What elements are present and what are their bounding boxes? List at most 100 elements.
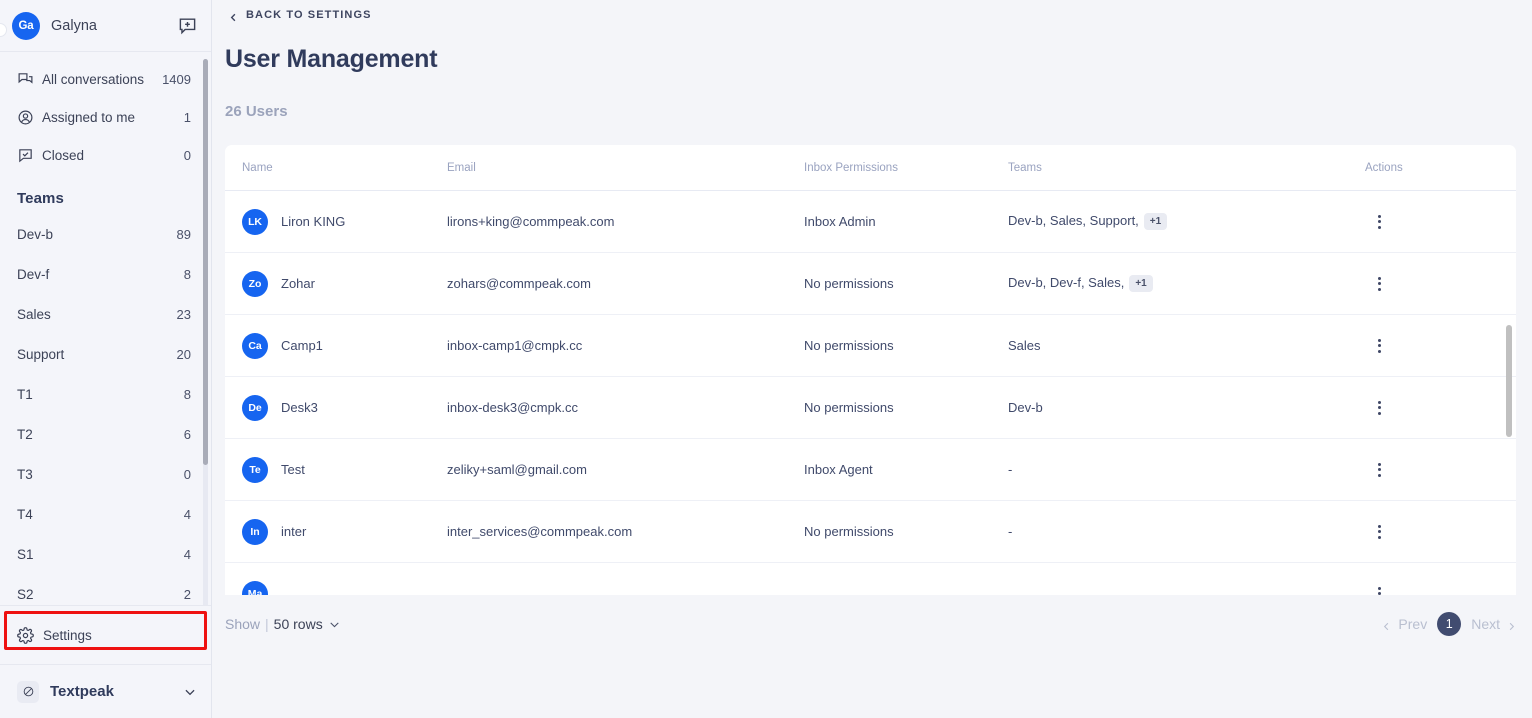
team-count: 23: [176, 306, 191, 322]
row-actions-menu-icon[interactable]: [1369, 274, 1389, 294]
table-row[interactable]: De Desk3 inbox-desk3@cmpk.cc No permissi…: [225, 377, 1516, 439]
brand-avatar: Ga: [12, 11, 40, 40]
user-permissions: No permissions: [804, 524, 894, 539]
table-row[interactable]: LK Liron KING lirons+king@commpeak.com I…: [225, 191, 1516, 253]
avatar: Ca: [242, 332, 268, 359]
sidebar-team-s1[interactable]: S1 4: [0, 534, 211, 574]
table-row[interactable]: Ca Camp1 inbox-camp1@cmpk.cc No permissi…: [225, 315, 1516, 377]
avatar: De: [242, 394, 268, 421]
sidebar-item-count: 1: [183, 109, 191, 125]
sidebar-item-settings[interactable]: Settings: [0, 616, 211, 654]
row-actions-menu-icon[interactable]: [1369, 398, 1389, 418]
sidebar-item-assigned-to-me[interactable]: Assigned to me 1: [0, 98, 211, 136]
workspace-switcher[interactable]: Textpeak: [0, 664, 211, 718]
pagination-bar: Show | 50 rows Prev 1 Next: [212, 600, 1532, 648]
prev-label: Prev: [1398, 616, 1428, 632]
chevron-right-icon: [1506, 619, 1517, 630]
sidebar-team-t1[interactable]: T1 8: [0, 374, 211, 414]
column-header-inbox-permissions: Inbox Permissions: [804, 161, 898, 174]
avatar: LK: [242, 208, 268, 235]
team-count: 20: [176, 346, 191, 362]
sidebar-team-t2[interactable]: T2 6: [0, 414, 211, 454]
back-to-settings-link[interactable]: BACK TO SETTINGS: [212, 0, 1532, 21]
app-root: Ga Galyna All conversations 1409 Assigne…: [0, 0, 1532, 718]
team-label: Support: [17, 346, 65, 362]
sidebar-team-t4[interactable]: T4 4: [0, 494, 211, 534]
sidebar-item-label: All conversations: [42, 71, 145, 87]
team-count: 8: [183, 266, 191, 282]
chevron-left-icon: [1381, 619, 1392, 630]
teams-heading: Teams: [17, 190, 64, 207]
next-page-button[interactable]: Next: [1471, 616, 1517, 632]
sidebar-team-s2[interactable]: S2 2: [0, 574, 211, 605]
sidebar-team-support[interactable]: Support 20: [0, 334, 211, 374]
sidebar-item-count: 1409: [162, 71, 191, 87]
table-scrollbar-thumb[interactable]: [1506, 325, 1512, 437]
closed-icon: [17, 147, 34, 164]
sidebar-team-t3[interactable]: T3 0: [0, 454, 211, 494]
user-name: inter: [281, 524, 307, 539]
next-label: Next: [1471, 616, 1500, 632]
back-link-label: BACK TO SETTINGS: [246, 9, 372, 21]
show-label: Show: [225, 616, 261, 632]
rows-per-page-control[interactable]: Show | 50 rows: [225, 616, 341, 632]
row-actions-menu-icon[interactable]: [1369, 522, 1389, 542]
sidebar-scrollbar-thumb[interactable]: [203, 59, 208, 465]
team-count: 2: [183, 586, 191, 602]
user-email: inbox-desk3@cmpk.cc: [447, 400, 578, 415]
users-table-card: Name Email Inbox Permissions Teams Actio…: [225, 145, 1516, 595]
user-teams: -: [1008, 462, 1013, 477]
table-row[interactable]: Zo Zohar zohars@commpeak.com No permissi…: [225, 253, 1516, 315]
sidebar: Ga Galyna All conversations 1409 Assigne…: [0, 0, 212, 718]
team-label: Dev-f: [17, 266, 50, 282]
avatar: Ma: [242, 580, 268, 595]
table-row[interactable]: Te Test zeliky+saml@gmail.com Inbox Agen…: [225, 439, 1516, 501]
sidebar-team-dev-b[interactable]: Dev-b 89: [0, 214, 211, 254]
sidebar-item-label: Assigned to me: [42, 109, 136, 125]
chevron-down-icon[interactable]: [183, 685, 197, 699]
settings-label: Settings: [43, 627, 92, 643]
table-header-row: Name Email Inbox Permissions Teams Actio…: [225, 145, 1516, 191]
sidebar-item-count: 0: [183, 147, 191, 163]
team-count: 89: [176, 226, 191, 242]
sidebar-item-label: Closed: [42, 147, 85, 163]
user-name: Zohar: [281, 276, 315, 291]
user-teams: Sales: [1008, 338, 1041, 353]
user-email: zeliky+saml@gmail.com: [447, 462, 587, 477]
column-header-name: Name: [242, 161, 273, 174]
prev-page-button[interactable]: Prev: [1381, 616, 1427, 632]
team-count: 4: [183, 546, 191, 562]
user-name: Desk3: [281, 400, 318, 415]
sidebar-scroll-area: All conversations 1409 Assigned to me 1: [0, 52, 211, 605]
team-label: Dev-b: [17, 226, 54, 242]
user-email: inter_services@commpeak.com: [447, 524, 633, 539]
avatar: In: [242, 518, 268, 545]
compose-icon[interactable]: [178, 16, 197, 35]
team-label: T1: [17, 386, 33, 402]
row-actions-menu-icon[interactable]: [1369, 460, 1389, 480]
sidebar-item-all-conversations[interactable]: All conversations 1409: [0, 60, 211, 98]
table-row[interactable]: In inter inter_services@commpeak.com No …: [225, 501, 1516, 563]
page-title: User Management: [225, 45, 438, 73]
settings-section: Settings: [0, 605, 211, 664]
user-teams: Dev-b, Sales, Support,: [1008, 212, 1139, 228]
sidebar-team-sales[interactable]: Sales 23: [0, 294, 211, 334]
avatar: Zo: [242, 270, 268, 297]
page-number-1[interactable]: 1: [1437, 612, 1462, 636]
user-name: Camp1: [281, 338, 323, 353]
team-count: 6: [183, 426, 191, 442]
rows-per-page-value[interactable]: 50 rows: [274, 616, 323, 632]
row-actions-menu-icon[interactable]: [1369, 212, 1389, 232]
sidebar-team-dev-f[interactable]: Dev-f 8: [0, 254, 211, 294]
sidebar-item-closed[interactable]: Closed 0: [0, 136, 211, 174]
user-name: Liron KING: [281, 214, 346, 229]
teams-more-badge: +1: [1143, 213, 1168, 231]
team-count: 4: [183, 506, 191, 522]
chevron-down-icon[interactable]: [328, 618, 341, 631]
row-actions-menu-icon[interactable]: [1369, 336, 1389, 356]
row-actions-menu-icon[interactable]: [1369, 584, 1389, 595]
user-permissions: No permissions: [804, 400, 894, 415]
workspace-name: Textpeak: [50, 683, 114, 700]
column-header-actions: Actions: [1365, 161, 1403, 174]
table-row[interactable]: Ma: [225, 563, 1516, 595]
